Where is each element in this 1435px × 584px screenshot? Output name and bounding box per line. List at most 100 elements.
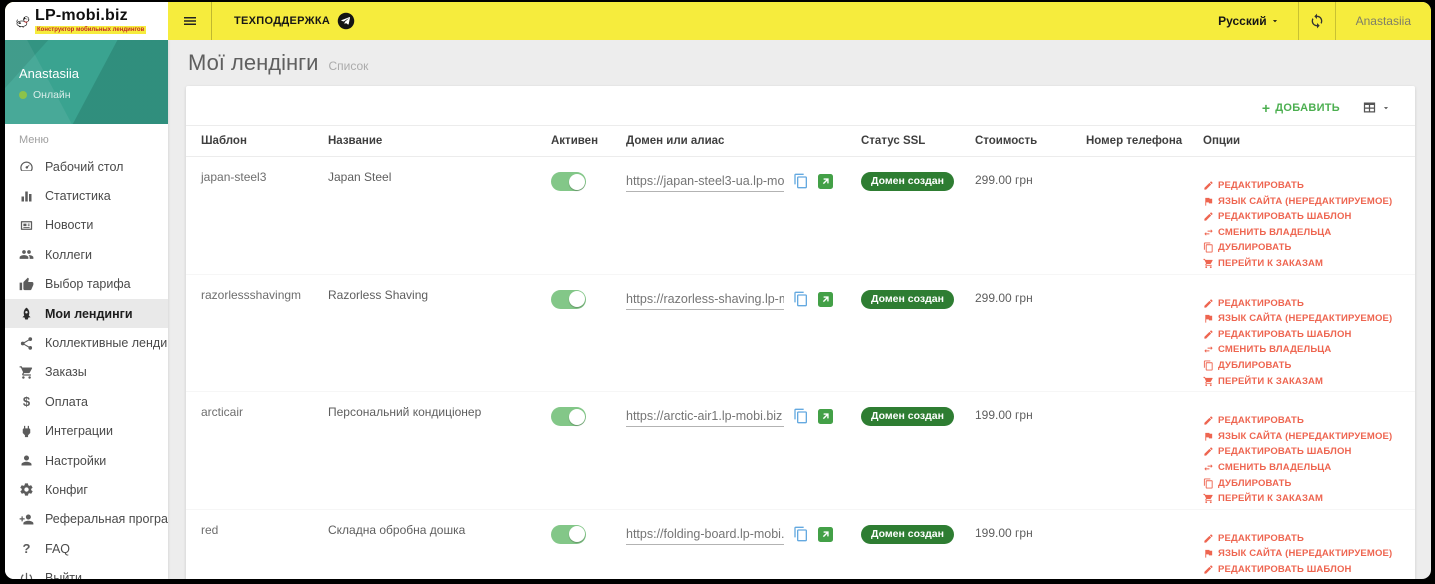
cart-icon [1203, 258, 1214, 269]
open-site-icon[interactable] [818, 291, 833, 307]
domain-input[interactable] [626, 405, 784, 428]
edit-icon [1203, 298, 1214, 309]
column-header: Статус SSL [846, 125, 960, 157]
template-cell: arcticair [186, 391, 313, 510]
copy-icon [1203, 360, 1214, 371]
sidebar-item-dashboard[interactable]: Рабочий стол [5, 152, 168, 181]
grid-icon [1362, 100, 1377, 115]
ssl-status-badge: Домен создан [861, 289, 954, 309]
topbar-username[interactable]: Anastasiia [1336, 2, 1431, 40]
option-duplicate[interactable]: ДУБЛИРОВАТЬ [1203, 242, 1407, 253]
sidebar-item-settings[interactable]: Настройки [5, 446, 168, 475]
template-cell: japan-steel3 [186, 156, 313, 275]
copy-domain-icon[interactable] [793, 526, 809, 542]
gear-icon [19, 482, 34, 497]
sidebar-user-name: Anastasiia [19, 66, 79, 81]
sidebar-user-panel: Anastasiia Онлайн [5, 40, 168, 124]
open-site-icon[interactable] [818, 409, 833, 425]
option-go-to-orders[interactable]: ПЕРЕЙТИ К ЗАКАЗАМ [1203, 258, 1407, 269]
option-change-owner[interactable]: СМЕНИТЬ ВЛАДЕЛЬЦА [1203, 344, 1407, 355]
option-site-language[interactable]: ЯЗЫК САЙТА (НЕРЕДАКТИРУЕМОЕ) [1203, 313, 1407, 324]
sidebar-item-collective-landings[interactable]: Коллективные лендинги [5, 328, 168, 357]
active-toggle[interactable] [551, 407, 586, 427]
add-landing-button[interactable]: + ДОБАВИТЬ [1262, 101, 1340, 115]
sidebar-item-tariff[interactable]: Выбор тарифа [5, 270, 168, 299]
sidebar-toggle-button[interactable] [168, 2, 212, 40]
swap-icon [1203, 344, 1214, 355]
option-change-owner[interactable]: СМЕНИТЬ ВЛАДЕЛЬЦА [1203, 227, 1407, 238]
sidebar-item-payment[interactable]: $ Оплата [5, 387, 168, 416]
sidebar-item-statistics[interactable]: Статистика [5, 181, 168, 210]
option-duplicate[interactable]: ДУБЛИРОВАТЬ [1203, 360, 1407, 371]
sidebar-item-news[interactable]: Новости [5, 211, 168, 240]
language-label: Русский [1218, 14, 1267, 28]
sidebar-item-logout[interactable]: Выйти [5, 563, 168, 579]
copy-domain-icon[interactable] [793, 173, 809, 189]
support-label: ТЕХПОДДЕРЖКА [234, 15, 331, 27]
sidebar-item-colleagues[interactable]: Коллеги [5, 240, 168, 269]
option-edit[interactable]: РЕДАКТИРОВАТЬ [1203, 415, 1407, 426]
hamburger-icon [182, 13, 198, 29]
online-status-dot [19, 91, 27, 99]
open-site-icon[interactable] [818, 174, 833, 189]
sidebar-item-orders[interactable]: Заказы [5, 358, 168, 387]
column-header: Стоимость [960, 125, 1071, 157]
domain-input[interactable] [626, 522, 784, 545]
sidebar-item-config[interactable]: Конфиг [5, 475, 168, 504]
option-edit-template[interactable]: РЕДАКТИРОВАТЬ ШАБЛОН [1203, 211, 1407, 222]
option-edit[interactable]: РЕДАКТИРОВАТЬ [1203, 180, 1407, 191]
refresh-button[interactable] [1297, 2, 1336, 40]
tariff-icon [19, 277, 34, 292]
option-edit-template[interactable]: РЕДАКТИРОВАТЬ ШАБЛОН [1203, 329, 1407, 340]
dollar-icon: $ [22, 394, 31, 410]
person-plus-icon [19, 512, 34, 527]
name-cell: Razorless Shaving [313, 274, 536, 393]
option-site-language[interactable]: ЯЗЫК САЙТА (НЕРЕДАКТИРУЕМОЕ) [1203, 196, 1407, 207]
option-edit[interactable]: РЕДАКТИРОВАТЬ [1203, 533, 1407, 544]
page-title: Мої лендінги [188, 50, 319, 75]
sidebar-item-my-landings[interactable]: Мои лендинги [5, 298, 168, 329]
open-site-icon[interactable] [818, 526, 833, 542]
option-edit[interactable]: РЕДАКТИРОВАТЬ [1203, 298, 1407, 309]
stats-icon [19, 189, 34, 204]
copy-domain-icon[interactable] [793, 291, 809, 307]
sidebar-item-integrations[interactable]: Интеграции [5, 417, 168, 446]
column-header: Домен или алиас [611, 125, 846, 157]
table-row: arcticair Персональний кондиціонер Домен… [186, 391, 1415, 510]
active-toggle[interactable] [551, 172, 586, 191]
active-toggle[interactable] [551, 524, 586, 544]
table-view-button[interactable] [1362, 100, 1391, 115]
option-edit-template[interactable]: РЕДАКТИРОВАТЬ ШАБЛОН [1203, 564, 1407, 575]
option-duplicate[interactable]: ДУБЛИРОВАТЬ [1203, 478, 1407, 489]
phone-cell [1071, 156, 1188, 275]
option-go-to-orders[interactable]: ПЕРЕЙТИ К ЗАКАЗАМ [1203, 493, 1407, 504]
table-header-row: Шаблон Название Активен Домен или алиас Стат… [186, 125, 1415, 157]
copy-domain-icon[interactable] [793, 408, 809, 424]
edit-icon [1203, 446, 1214, 457]
cart-icon [1203, 493, 1214, 504]
logo[interactable]: LP-mobi.biz Конструктор мобильных лендин… [5, 2, 168, 40]
column-header: Название [313, 125, 536, 157]
table-row: japan-steel3 Japan Steel Домен создан 29… [186, 156, 1415, 275]
swap-icon [1203, 227, 1214, 238]
support-button[interactable]: ТЕХПОДДЕРЖКА [212, 2, 377, 40]
language-selector[interactable]: Русский [1200, 2, 1298, 40]
option-site-language[interactable]: ЯЗЫК САЙТА (НЕРЕДАКТИРУЕМОЕ) [1203, 548, 1407, 559]
option-change-owner[interactable]: СМЕНИТЬ ВЛАДЕЛЬЦА [1203, 462, 1407, 473]
option-edit-template[interactable]: РЕДАКТИРОВАТЬ ШАБЛОН [1203, 446, 1407, 457]
option-site-language[interactable]: ЯЗЫК САЙТА (НЕРЕДАКТИРУЕМОЕ) [1203, 431, 1407, 442]
options-cell-links: РЕДАКТИРОВАТЬ ЯЗЫК САЙТА (НЕРЕДАКТИРУЕМО… [1203, 288, 1407, 387]
sidebar-item-faq[interactable]: ? FAQ [5, 534, 168, 563]
flag-icon [1203, 196, 1214, 207]
brand-name: LP-mobi.biz [35, 7, 128, 24]
flag-icon [1203, 313, 1214, 324]
domain-input[interactable] [626, 287, 784, 310]
sidebar: Anastasiia Онлайн Меню Рабочий стол Стат… [5, 40, 168, 579]
domain-input[interactable] [626, 170, 784, 192]
plus-icon: + [1261, 99, 1271, 116]
active-toggle[interactable] [551, 289, 586, 309]
option-go-to-orders[interactable]: ПЕРЕЙТИ К ЗАКАЗАМ [1203, 376, 1407, 387]
sidebar-item-referral[interactable]: Реферальная программа [5, 505, 168, 534]
phone-cell [1071, 391, 1188, 510]
